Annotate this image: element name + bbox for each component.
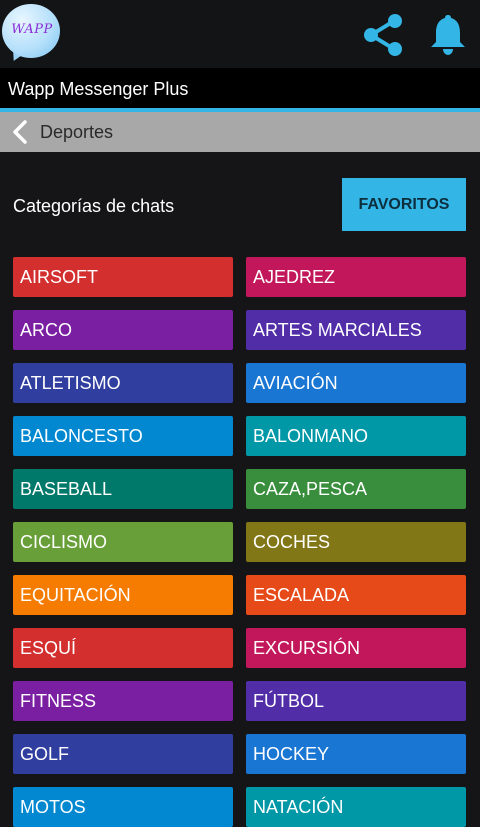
category-button[interactable]: EQUITACIÓN bbox=[13, 575, 233, 615]
category-button[interactable]: AJEDREZ bbox=[246, 257, 466, 297]
category-button[interactable]: FÚTBOL bbox=[246, 681, 466, 721]
category-button[interactable]: ARCO bbox=[13, 310, 233, 350]
category-button[interactable]: AVIACIÓN bbox=[246, 363, 466, 403]
breadcrumb-label: Deportes bbox=[40, 122, 114, 142]
category-grid: AIRSOFT AJEDREZ ARCO ARTES MARCIALES ATLETIS… bbox=[13, 257, 466, 827]
category-button[interactable]: FITNESS bbox=[13, 681, 233, 721]
category-button[interactable]: ARTES MARCIALES bbox=[246, 310, 466, 350]
category-button[interactable]: BASEBALL bbox=[13, 469, 233, 509]
chevron-left-icon[interactable] bbox=[10, 120, 30, 144]
category-button[interactable]: BALONMANO bbox=[246, 416, 466, 456]
category-button[interactable]: AIRSOFT bbox=[13, 257, 233, 297]
category-button[interactable]: CAZA,PESCA bbox=[246, 469, 466, 509]
category-button[interactable]: BALONCESTO bbox=[13, 416, 233, 456]
category-button[interactable]: GOLF bbox=[13, 734, 233, 774]
category-button[interactable]: EXCURSIÓN bbox=[246, 628, 466, 668]
app-logo[interactable]: WAPP bbox=[2, 4, 62, 65]
bell-icon[interactable] bbox=[428, 12, 468, 56]
app-title: Wapp Messenger Plus bbox=[8, 79, 189, 99]
share-icon[interactable] bbox=[360, 12, 406, 58]
category-button[interactable]: ESCALADA bbox=[246, 575, 466, 615]
category-button[interactable]: CICLISMO bbox=[13, 522, 233, 562]
category-button[interactable]: NATACIÓN bbox=[246, 787, 466, 827]
favorites-button[interactable]: FAVORITOS bbox=[342, 178, 466, 231]
category-button[interactable]: COCHES bbox=[246, 522, 466, 562]
category-button[interactable]: MOTOS bbox=[13, 787, 233, 827]
section-label: Categorías de chats bbox=[13, 196, 175, 216]
top-action-bar bbox=[0, 0, 480, 68]
category-button[interactable]: ATLETISMO bbox=[13, 363, 233, 403]
category-button[interactable]: ESQUÍ bbox=[13, 628, 233, 668]
logo-text: WAPP bbox=[11, 22, 53, 37]
category-button[interactable]: HOCKEY bbox=[246, 734, 466, 774]
